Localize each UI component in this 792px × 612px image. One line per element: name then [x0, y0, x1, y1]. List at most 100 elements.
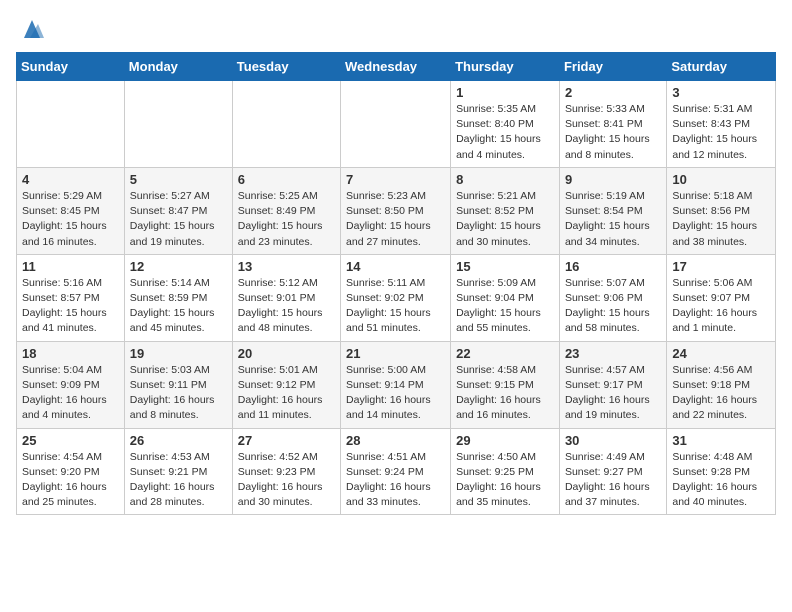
day-info: Sunrise: 5:03 AM Sunset: 9:11 PM Dayligh… — [130, 363, 227, 424]
day-info: Sunrise: 4:58 AM Sunset: 9:15 PM Dayligh… — [456, 363, 554, 424]
calendar-cell — [124, 81, 232, 168]
day-number: 13 — [238, 259, 335, 274]
col-header-sunday: Sunday — [17, 53, 125, 81]
calendar-cell: 31 Sunrise: 4:48 AM Sunset: 9:28 PM Dayli… — [667, 428, 776, 515]
calendar-cell: 23 Sunrise: 4:57 AM Sunset: 9:17 PM Dayli… — [559, 341, 666, 428]
calendar-cell: 6Sunrise: 5:25 AM Sunset: 8:49 PM Daylig… — [232, 167, 340, 254]
day-number: 2 — [565, 85, 661, 100]
day-number: 10 — [672, 172, 770, 187]
day-info: Sunrise: 5:00 AM Sunset: 9:14 PM Dayligh… — [346, 363, 445, 424]
col-header-thursday: Thursday — [451, 53, 560, 81]
day-number: 4 — [22, 172, 119, 187]
day-number: 29 — [456, 433, 554, 448]
day-number: 23 — [565, 346, 661, 361]
day-number: 1 — [456, 85, 554, 100]
day-info: Sunrise: 5:01 AM Sunset: 9:12 PM Dayligh… — [238, 363, 335, 424]
day-info: Sunrise: 4:50 AM Sunset: 9:25 PM Dayligh… — [456, 450, 554, 511]
day-number: 22 — [456, 346, 554, 361]
day-number: 20 — [238, 346, 335, 361]
day-info: Sunrise: 5:16 AM Sunset: 8:57 PM Dayligh… — [22, 276, 119, 337]
calendar-cell: 21Sunrise: 5:00 AM Sunset: 9:14 PM Dayli… — [341, 341, 451, 428]
calendar-cell: 8 Sunrise: 5:21 AM Sunset: 8:52 PM Daylig… — [451, 167, 560, 254]
calendar-cell: 5Sunrise: 5:27 AM Sunset: 8:47 PM Daylig… — [124, 167, 232, 254]
day-number: 24 — [672, 346, 770, 361]
day-info: Sunrise: 5:11 AM Sunset: 9:02 PM Dayligh… — [346, 276, 445, 337]
col-header-tuesday: Tuesday — [232, 53, 340, 81]
day-number: 14 — [346, 259, 445, 274]
day-info: Sunrise: 5:12 AM Sunset: 9:01 PM Dayligh… — [238, 276, 335, 337]
day-number: 16 — [565, 259, 661, 274]
calendar-cell: 10Sunrise: 5:18 AM Sunset: 8:56 PM Dayli… — [667, 167, 776, 254]
calendar-cell: 4 Sunrise: 5:29 AM Sunset: 8:45 PM Daylig… — [17, 167, 125, 254]
col-header-wednesday: Wednesday — [341, 53, 451, 81]
day-info: Sunrise: 4:56 AM Sunset: 9:18 PM Dayligh… — [672, 363, 770, 424]
page-header — [16, 16, 776, 44]
day-info: Sunrise: 5:07 AM Sunset: 9:06 PM Dayligh… — [565, 276, 661, 337]
day-number: 6 — [238, 172, 335, 187]
col-header-monday: Monday — [124, 53, 232, 81]
calendar-cell: 2 Sunrise: 5:33 AM Sunset: 8:41 PM Daylig… — [559, 81, 666, 168]
day-info: Sunrise: 5:35 AM Sunset: 8:40 PM Dayligh… — [456, 102, 554, 163]
calendar-cell: 13 Sunrise: 5:12 AM Sunset: 9:01 PM Dayli… — [232, 254, 340, 341]
day-info: Sunrise: 5:06 AM Sunset: 9:07 PM Dayligh… — [672, 276, 770, 337]
calendar-cell: 11Sunrise: 5:16 AM Sunset: 8:57 PM Dayli… — [17, 254, 125, 341]
calendar-cell: 29 Sunrise: 4:50 AM Sunset: 9:25 PM Dayli… — [451, 428, 560, 515]
day-number: 3 — [672, 85, 770, 100]
day-number: 15 — [456, 259, 554, 274]
day-number: 26 — [130, 433, 227, 448]
col-header-saturday: Saturday — [667, 53, 776, 81]
header-row: SundayMondayTuesdayWednesdayThursdayFrid… — [17, 53, 776, 81]
day-number: 25 — [22, 433, 119, 448]
calendar-cell: 20 Sunrise: 5:01 AM Sunset: 9:12 PM Dayli… — [232, 341, 340, 428]
day-info: Sunrise: 5:33 AM Sunset: 8:41 PM Dayligh… — [565, 102, 661, 163]
calendar-cell — [17, 81, 125, 168]
day-info: Sunrise: 4:51 AM Sunset: 9:24 PM Dayligh… — [346, 450, 445, 511]
day-number: 18 — [22, 346, 119, 361]
calendar-cell: 16 Sunrise: 5:07 AM Sunset: 9:06 PM Dayli… — [559, 254, 666, 341]
calendar-cell: 19 Sunrise: 5:03 AM Sunset: 9:11 PM Dayli… — [124, 341, 232, 428]
day-info: Sunrise: 4:52 AM Sunset: 9:23 PM Dayligh… — [238, 450, 335, 511]
day-number: 9 — [565, 172, 661, 187]
day-number: 8 — [456, 172, 554, 187]
calendar-cell — [341, 81, 451, 168]
calendar-cell: 9Sunrise: 5:19 AM Sunset: 8:54 PM Daylig… — [559, 167, 666, 254]
day-info: Sunrise: 5:29 AM Sunset: 8:45 PM Dayligh… — [22, 189, 119, 250]
col-header-friday: Friday — [559, 53, 666, 81]
day-info: Sunrise: 4:53 AM Sunset: 9:21 PM Dayligh… — [130, 450, 227, 511]
day-info: Sunrise: 4:48 AM Sunset: 9:28 PM Dayligh… — [672, 450, 770, 511]
day-number: 12 — [130, 259, 227, 274]
calendar-cell — [232, 81, 340, 168]
calendar-cell: 12 Sunrise: 5:14 AM Sunset: 8:59 PM Dayli… — [124, 254, 232, 341]
day-info: Sunrise: 5:14 AM Sunset: 8:59 PM Dayligh… — [130, 276, 227, 337]
calendar-cell: 28 Sunrise: 4:51 AM Sunset: 9:24 PM Dayli… — [341, 428, 451, 515]
calendar-week-1: 1 Sunrise: 5:35 AM Sunset: 8:40 PM Daylig… — [17, 81, 776, 168]
day-number: 7 — [346, 172, 445, 187]
calendar-cell: 27 Sunrise: 4:52 AM Sunset: 9:23 PM Dayli… — [232, 428, 340, 515]
day-number: 30 — [565, 433, 661, 448]
day-info: Sunrise: 5:04 AM Sunset: 9:09 PM Dayligh… — [22, 363, 119, 424]
calendar-cell: 25Sunrise: 4:54 AM Sunset: 9:20 PM Dayli… — [17, 428, 125, 515]
calendar-week-2: 4 Sunrise: 5:29 AM Sunset: 8:45 PM Daylig… — [17, 167, 776, 254]
calendar-week-3: 11Sunrise: 5:16 AM Sunset: 8:57 PM Dayli… — [17, 254, 776, 341]
day-info: Sunrise: 5:23 AM Sunset: 8:50 PM Dayligh… — [346, 189, 445, 250]
calendar-table: SundayMondayTuesdayWednesdayThursdayFrid… — [16, 52, 776, 515]
day-info: Sunrise: 5:09 AM Sunset: 9:04 PM Dayligh… — [456, 276, 554, 337]
day-info: Sunrise: 5:31 AM Sunset: 8:43 PM Dayligh… — [672, 102, 770, 163]
day-info: Sunrise: 5:21 AM Sunset: 8:52 PM Dayligh… — [456, 189, 554, 250]
calendar-week-4: 18 Sunrise: 5:04 AM Sunset: 9:09 PM Dayli… — [17, 341, 776, 428]
calendar-cell: 1 Sunrise: 5:35 AM Sunset: 8:40 PM Daylig… — [451, 81, 560, 168]
day-number: 17 — [672, 259, 770, 274]
day-number: 31 — [672, 433, 770, 448]
calendar-cell: 30 Sunrise: 4:49 AM Sunset: 9:27 PM Dayli… — [559, 428, 666, 515]
day-info: Sunrise: 4:57 AM Sunset: 9:17 PM Dayligh… — [565, 363, 661, 424]
day-info: Sunrise: 4:49 AM Sunset: 9:27 PM Dayligh… — [565, 450, 661, 511]
calendar-cell: 26 Sunrise: 4:53 AM Sunset: 9:21 PM Dayli… — [124, 428, 232, 515]
calendar-cell: 18 Sunrise: 5:04 AM Sunset: 9:09 PM Dayli… — [17, 341, 125, 428]
day-number: 19 — [130, 346, 227, 361]
calendar-cell: 15 Sunrise: 5:09 AM Sunset: 9:04 PM Dayli… — [451, 254, 560, 341]
day-info: Sunrise: 5:27 AM Sunset: 8:47 PM Dayligh… — [130, 189, 227, 250]
day-number: 27 — [238, 433, 335, 448]
day-number: 28 — [346, 433, 445, 448]
calendar-cell: 3 Sunrise: 5:31 AM Sunset: 8:43 PM Daylig… — [667, 81, 776, 168]
calendar-cell: 14 Sunrise: 5:11 AM Sunset: 9:02 PM Dayli… — [341, 254, 451, 341]
